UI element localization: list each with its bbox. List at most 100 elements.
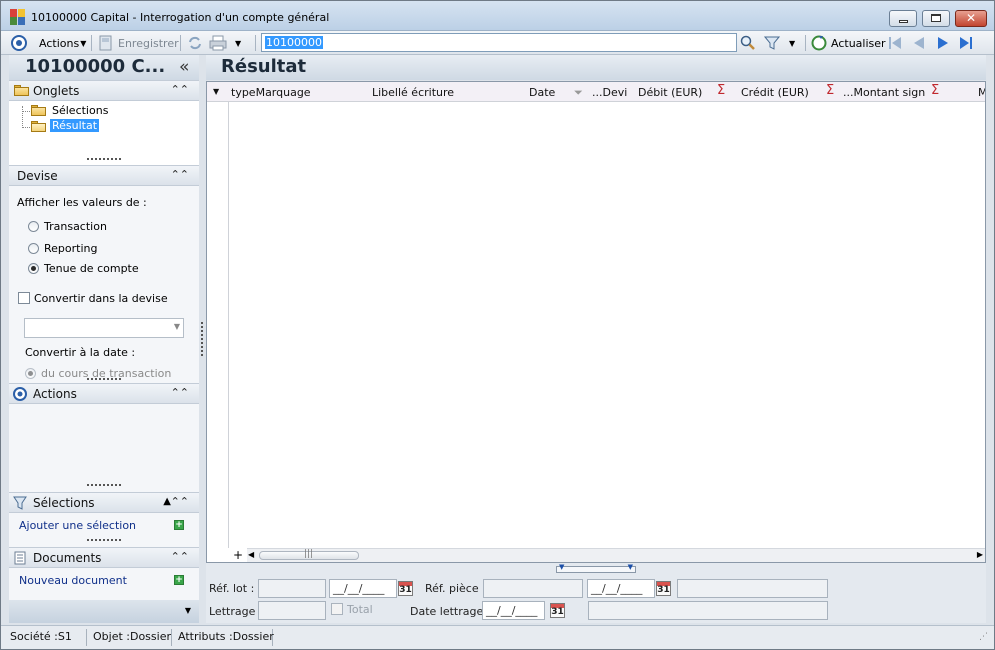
convert-currency-checkbox[interactable] xyxy=(18,292,30,304)
collapse-section-icon[interactable]: ⌃⌃ xyxy=(171,550,189,563)
column-credit[interactable]: Crédit (EUR) xyxy=(741,86,809,99)
next-record-button[interactable] xyxy=(935,34,951,52)
status-bar: Société :S1 Objet :Dossier Attributs :Do… xyxy=(1,625,994,649)
currency-section-label: Devise xyxy=(17,169,58,183)
grid-menu-icon[interactable]: ▼ xyxy=(213,87,219,96)
ref-piece-date-input[interactable]: __/__/____ xyxy=(587,579,655,598)
toolbar-separator xyxy=(91,35,92,51)
refresh-button[interactable]: Actualiser xyxy=(811,34,886,52)
sum-icon[interactable]: Σ xyxy=(717,83,725,98)
tree-item-selections[interactable]: Sélections xyxy=(52,104,108,117)
left-panel-footer: ▼ xyxy=(9,600,199,623)
total-label: Total xyxy=(347,603,373,616)
print-button[interactable] xyxy=(209,34,227,52)
collapse-section-icon[interactable]: ⌃⌃ xyxy=(171,168,189,181)
column-debit[interactable]: Débit (EUR) xyxy=(638,86,702,99)
column-libelle-ecriture[interactable]: Libellé écriture xyxy=(372,86,454,99)
toolbar: Actions ▼ Enregistrer ▼ 10100000 ▼ Actua… xyxy=(1,31,994,55)
ref-piece-input[interactable] xyxy=(483,579,583,598)
horizontal-scrollbar[interactable]: ◀ ||| ▶ xyxy=(247,548,985,562)
section-resize-grip[interactable] xyxy=(87,158,121,160)
radio-tenue-de-compte[interactable] xyxy=(28,263,39,274)
filter-dropdown-icon[interactable]: ▼ xyxy=(789,34,795,52)
bottom-form: ▼ ▼ Réf. lot : __/__/____ 31 Réf. pièce … xyxy=(206,563,986,623)
collapse-section-icon[interactable]: ⌃⌃ xyxy=(171,495,189,508)
radio-rate-transaction[interactable] xyxy=(25,368,36,379)
funnel-icon[interactable]: ⏷ xyxy=(574,86,583,100)
tree-item-resultat[interactable]: Résultat xyxy=(50,119,100,132)
actions-target-icon[interactable] xyxy=(11,34,27,52)
sum-icon[interactable]: Σ xyxy=(931,83,939,98)
actions-menu-button[interactable]: Actions ▼ xyxy=(39,34,86,52)
row-header-column xyxy=(207,102,229,548)
filter-button[interactable] xyxy=(764,34,780,52)
lettrage-input[interactable] xyxy=(258,601,326,620)
currency-select[interactable]: ▼ xyxy=(24,318,184,338)
previous-record-button[interactable] xyxy=(911,34,927,52)
chevron-down-icon[interactable]: ▼ xyxy=(185,606,191,615)
print-dropdown-icon[interactable]: ▼ xyxy=(235,34,241,52)
tabs-section-header[interactable]: Onglets ⌃⌃ xyxy=(9,80,199,101)
refresh-icon xyxy=(811,35,827,51)
date-lettrage-label: Date lettrage : xyxy=(410,605,491,618)
calendar-icon[interactable]: 31 xyxy=(398,581,413,596)
left-panel-header: 10100000 C... « xyxy=(9,55,199,80)
collapse-section-icon[interactable]: ⌃⌃ xyxy=(171,386,189,399)
save-button[interactable]: Enregistrer xyxy=(98,34,179,52)
column-m[interactable]: M xyxy=(978,86,985,99)
tabs-section-body: Sélections Résultat xyxy=(9,101,199,165)
scroll-thumb[interactable]: ||| xyxy=(259,549,359,560)
section-resize-grip[interactable] xyxy=(87,539,121,541)
scroll-right-icon[interactable]: ▶ xyxy=(977,550,983,559)
new-document-link[interactable]: Nouveau document xyxy=(19,574,127,587)
calendar-icon[interactable]: 31 xyxy=(656,581,671,596)
refresh-arrows-button[interactable] xyxy=(187,34,203,52)
close-icon: ✕ xyxy=(966,11,977,25)
selections-section-header[interactable]: Sélections ▲ ⌃⌃ xyxy=(9,492,199,513)
last-record-button[interactable] xyxy=(958,34,974,52)
radio-transaction[interactable] xyxy=(28,221,39,232)
ref-lot-date-input[interactable]: __/__/____ xyxy=(329,579,397,598)
resize-grip-icon[interactable]: ⋰ xyxy=(979,632,988,642)
column-montant-signe[interactable]: ...Montant sign xyxy=(843,86,925,99)
actions-section-label: Actions xyxy=(33,387,77,401)
date-lettrage-input[interactable]: __/__/____ xyxy=(482,601,545,620)
radio-reporting-label: Reporting xyxy=(44,242,98,255)
calendar-icon[interactable]: 31 xyxy=(550,603,565,618)
collapse-section-icon[interactable]: ⌃⌃ xyxy=(171,83,189,96)
maximize-button[interactable] xyxy=(922,10,950,27)
account-search-input[interactable]: 10100000 xyxy=(261,33,737,52)
currency-section-body: Afficher les valeurs de : Transaction Re… xyxy=(9,186,199,380)
add-row-button[interactable]: + xyxy=(233,548,243,562)
actions-section-header[interactable]: Actions ⌃⌃ xyxy=(9,383,199,404)
add-document-icon[interactable]: + xyxy=(174,575,184,585)
ref-piece-extra-input[interactable] xyxy=(677,579,828,598)
close-button[interactable]: ✕ xyxy=(955,10,987,27)
add-selection-link[interactable]: Ajouter une sélection xyxy=(19,519,136,532)
column-date[interactable]: Date xyxy=(529,86,555,99)
lettrage-extra-input[interactable] xyxy=(588,601,828,620)
section-resize-grip[interactable] xyxy=(87,484,121,486)
currency-section-header[interactable]: Devise ⌃⌃ xyxy=(9,165,199,186)
section-resize-grip[interactable] xyxy=(87,378,121,380)
column-devise[interactable]: ...Devi xyxy=(592,86,627,99)
convert-date-label: Convertir à la date : xyxy=(25,346,136,359)
search-button[interactable] xyxy=(740,34,756,52)
total-checkbox[interactable] xyxy=(331,603,343,615)
tabs-section-label: Onglets xyxy=(33,84,80,98)
first-record-button[interactable] xyxy=(887,34,903,52)
save-label: Enregistrer xyxy=(118,36,179,50)
documents-section-header[interactable]: Documents ⌃⌃ xyxy=(9,547,199,568)
collapse-panel-icon[interactable]: « xyxy=(179,57,189,77)
add-selection-icon[interactable]: + xyxy=(174,520,184,530)
column-typemarquage[interactable]: typeMarquage xyxy=(231,86,311,99)
scroll-left-icon[interactable]: ◀ xyxy=(248,550,254,559)
show-values-label: Afficher les valeurs de : xyxy=(17,196,147,209)
radio-reporting[interactable] xyxy=(28,243,39,254)
minimize-button[interactable] xyxy=(889,10,917,27)
form-resize-handle[interactable]: ▼ ▼ xyxy=(556,563,636,573)
sum-icon[interactable]: Σ xyxy=(826,83,834,98)
radio-transaction-label: Transaction xyxy=(44,220,107,233)
ref-lot-input[interactable] xyxy=(258,579,326,598)
panel-splitter[interactable] xyxy=(199,55,206,623)
